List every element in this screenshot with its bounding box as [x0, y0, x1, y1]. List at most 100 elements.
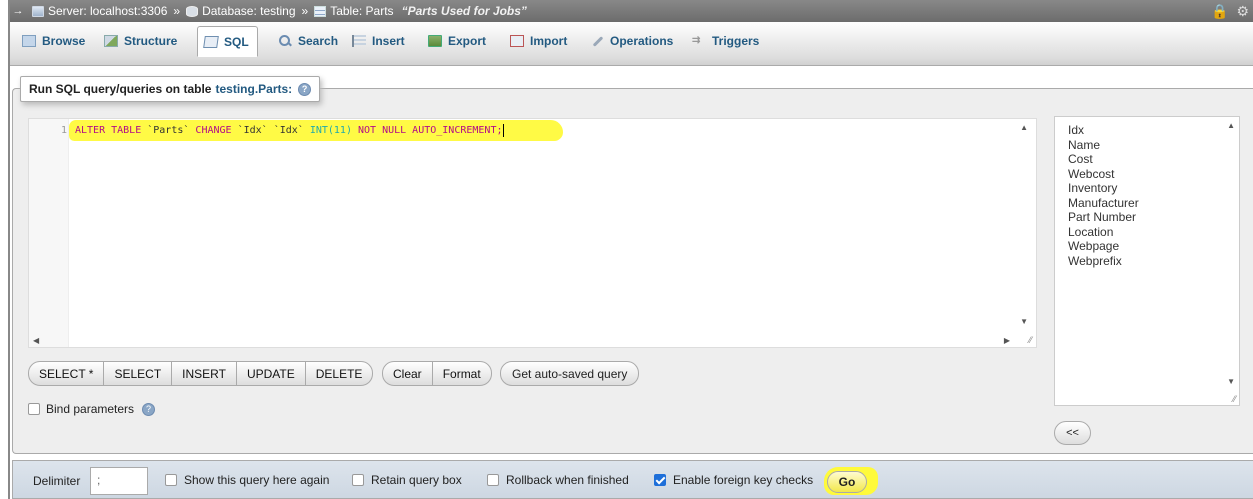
column-list-item[interactable]: Idx — [1068, 123, 1239, 138]
left-frame-border — [8, 0, 10, 499]
clear-button[interactable]: Clear — [383, 362, 432, 385]
format-button[interactable]: Format — [431, 362, 491, 385]
column-list-item[interactable]: Webpage — [1068, 239, 1239, 254]
type-token: INT(11) — [309, 125, 358, 136]
insert-button[interactable]: INSERT — [171, 362, 236, 385]
lock-icon[interactable]: 🔒 — [1211, 3, 1228, 20]
tab-label: Insert — [372, 34, 405, 48]
tab-label: Search — [298, 34, 339, 48]
format-buttons: Clear Format — [382, 361, 492, 386]
tab-search[interactable]: Search — [272, 26, 346, 56]
tab-label: SQL — [224, 34, 249, 49]
collapse-arrow-icon[interactable]: → — [12, 5, 24, 17]
scroll-right-arrow-icon[interactable]: ▶ — [1004, 336, 1010, 345]
tab-import[interactable]: Import — [504, 26, 575, 56]
column-list-item[interactable]: Webcost — [1068, 167, 1239, 182]
table-label[interactable]: Table: Parts — [330, 4, 393, 18]
structure-icon — [104, 35, 118, 47]
tab-bar: Browse Structure SQL Search Insert Expor… — [10, 22, 1253, 66]
scroll-down-arrow-icon[interactable]: ▼ — [1227, 377, 1235, 386]
show-query-option[interactable]: Show this query here again — [165, 473, 329, 487]
scroll-down-arrow-icon[interactable]: ▼ — [1020, 317, 1028, 326]
query-template-buttons: SELECT * SELECT INSERT UPDATE DELETE — [28, 361, 374, 386]
foreign-key-checkbox[interactable] — [654, 474, 666, 486]
bind-parameters: Bind parameters ? — [28, 402, 156, 416]
server-label[interactable]: Server: localhost:3306 — [48, 4, 167, 18]
rollback-label[interactable]: Rollback when finished — [506, 473, 629, 487]
scroll-up-arrow-icon[interactable]: ▲ — [1020, 123, 1028, 132]
insert-icon — [352, 35, 366, 47]
gear-icon[interactable]: ⚙ — [1236, 3, 1249, 20]
select-star-button[interactable]: SELECT * — [29, 362, 103, 385]
column-list-items: Idx Name Cost Webcost Inventory Manufacturer P… — [1055, 117, 1239, 268]
breadcrumb-database[interactable]: Database: testing — [186, 4, 296, 18]
foreign-key-option[interactable]: Enable foreign key checks — [654, 473, 813, 487]
column-list-item[interactable]: Part Number — [1068, 210, 1239, 225]
tab-insert[interactable]: Insert — [346, 26, 413, 56]
tab-browse[interactable]: Browse — [16, 26, 93, 56]
insert-column-button[interactable]: << — [1054, 421, 1091, 445]
breadcrumb-separator: » — [301, 4, 309, 18]
database-icon — [186, 5, 199, 17]
help-icon[interactable]: ? — [298, 82, 312, 96]
server-icon — [32, 5, 44, 17]
table-comment: “Parts Used for Jobs” — [401, 4, 527, 18]
breadcrumb-separator: » — [173, 4, 181, 18]
get-autosaved-query-button[interactable]: Get auto-saved query — [500, 361, 640, 386]
legend-table-link[interactable]: testing.Parts: — [215, 82, 292, 96]
tab-label: Browse — [42, 34, 86, 48]
query-options-bar: Delimiter ; Show this query here again R… — [12, 460, 1253, 499]
tab-sql[interactable]: SQL — [197, 26, 258, 57]
column-list-item[interactable]: Inventory — [1068, 181, 1239, 196]
sql-icon — [203, 35, 219, 48]
breadcrumb-server[interactable]: Server: localhost:3306 — [24, 4, 167, 18]
column-list-item[interactable]: Location — [1068, 225, 1239, 240]
scroll-up-arrow-icon[interactable]: ▲ — [1227, 121, 1235, 130]
bind-parameters-checkbox[interactable] — [28, 403, 40, 415]
column-list-item[interactable]: Cost — [1068, 152, 1239, 167]
delimiter-input[interactable]: ; — [90, 467, 148, 495]
show-query-label[interactable]: Show this query here again — [184, 473, 329, 487]
resize-grip-icon[interactable]: ⁄⁄ — [1233, 394, 1236, 404]
help-icon[interactable]: ? — [142, 402, 156, 416]
keyword-token: ALTER TABLE — [75, 125, 148, 136]
delimiter-label: Delimiter — [33, 474, 81, 488]
tab-operations[interactable]: Operations — [584, 26, 681, 56]
code-line[interactable]: ALTER TABLE `Parts` CHANGE `Idx` `Idx` I… — [73, 123, 506, 139]
retain-query-option[interactable]: Retain query box — [352, 473, 462, 487]
sql-editor[interactable]: 1 ALTER TABLE `Parts` CHANGE `Idx` `Idx`… — [28, 118, 1037, 348]
tab-label: Triggers — [712, 34, 760, 48]
bind-parameters-label[interactable]: Bind parameters — [46, 402, 134, 416]
delete-button[interactable]: DELETE — [304, 362, 373, 385]
database-label[interactable]: Database: testing — [202, 4, 295, 18]
tab-label: Operations — [610, 34, 674, 48]
retain-query-label[interactable]: Retain query box — [371, 473, 462, 487]
select-button[interactable]: SELECT — [103, 362, 171, 385]
rollback-option[interactable]: Rollback when finished — [487, 473, 629, 487]
show-query-checkbox[interactable] — [165, 474, 177, 486]
scroll-left-arrow-icon[interactable]: ◀ — [33, 336, 39, 345]
column-list-item[interactable]: Name — [1068, 138, 1239, 153]
column-list[interactable]: Idx Name Cost Webcost Inventory Manufacturer P… — [1054, 116, 1240, 406]
breadcrumb-table[interactable]: Table: Parts — [314, 4, 394, 18]
retain-query-checkbox[interactable] — [352, 474, 364, 486]
column-list-item[interactable]: Webprefix — [1068, 254, 1239, 269]
column-list-item[interactable]: Manufacturer — [1068, 196, 1239, 211]
operations-icon — [590, 35, 604, 47]
import-icon — [510, 35, 524, 47]
identifier-token: `Parts` — [147, 125, 196, 136]
update-button[interactable]: UPDATE — [235, 362, 305, 385]
tab-triggers[interactable]: ⇉ Triggers — [686, 26, 767, 56]
keyword-token: CHANGE — [195, 125, 238, 136]
go-button[interactable]: Go — [827, 471, 867, 493]
resize-grip-icon[interactable]: ⁄⁄ — [1029, 335, 1032, 345]
text-cursor — [502, 123, 504, 137]
keyword-token: NOT NULL AUTO_INCREMENT; — [358, 125, 503, 136]
tab-structure[interactable]: Structure — [98, 26, 185, 56]
foreign-key-label[interactable]: Enable foreign key checks — [673, 473, 813, 487]
breadcrumb: → Server: localhost:3306 » Database: tes… — [10, 0, 1253, 22]
export-icon — [428, 35, 442, 47]
tab-export[interactable]: Export — [422, 26, 494, 56]
line-number: 1 — [60, 125, 67, 136]
rollback-checkbox[interactable] — [487, 474, 499, 486]
